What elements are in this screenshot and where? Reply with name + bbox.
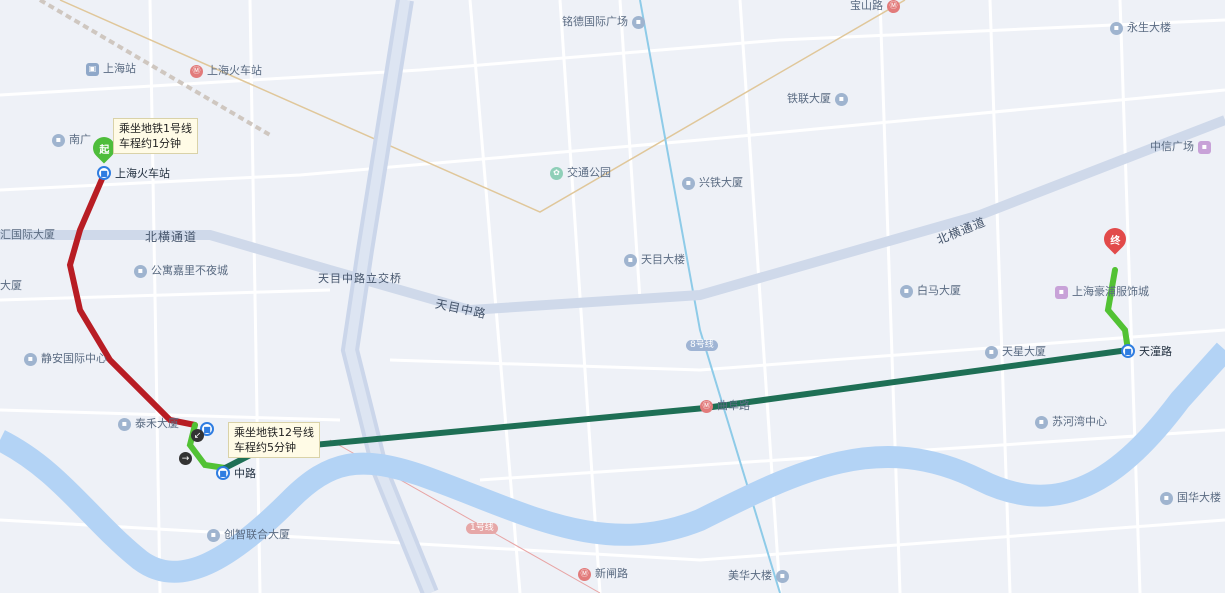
poi[interactable]: ▪ 铭德国际广场: [562, 15, 645, 29]
poi[interactable]: ▪ 上海豪浦服饰城: [1055, 285, 1149, 299]
building-icon: ▪: [900, 284, 913, 298]
poi[interactable]: ▪ 泰禾大厦: [118, 417, 179, 431]
park-icon: ✿: [550, 166, 563, 180]
poi[interactable]: Ⓜ 新闸路: [578, 567, 628, 581]
poi[interactable]: 汇国际大厦: [0, 228, 55, 242]
route-stop-origin[interactable]: ■ 上海火车站: [97, 165, 170, 181]
poi[interactable]: ▪ 永生大楼: [1110, 21, 1171, 35]
map-canvas[interactable]: 北横通道 北横通道 天目中路 天目中路立交桥 8号线 1号线 ▣ 上海站 Ⓜ 上海火…: [0, 0, 1225, 593]
building-icon: ▪: [835, 92, 848, 106]
building-icon: ▪: [776, 569, 789, 583]
poi[interactable]: ▪ 白马大厦: [900, 284, 961, 298]
poi[interactable]: ▣ 上海站: [86, 62, 136, 76]
poi[interactable]: Ⓜ 宝山路: [850, 0, 900, 13]
building-icon: ▪: [682, 176, 695, 190]
poi[interactable]: ▪ 天星大厦: [985, 345, 1046, 359]
metro-station-icon: Ⓜ: [578, 567, 591, 581]
line-tag-1: 1号线: [466, 523, 498, 534]
building-icon: ▪: [985, 345, 998, 359]
building-icon: ▪: [1035, 415, 1048, 429]
line-tag-8: 8号线: [686, 340, 718, 351]
poi[interactable]: 大厦: [0, 279, 22, 293]
poi[interactable]: ▪ 南广: [52, 133, 91, 147]
poi[interactable]: ▪ 铁联大厦: [787, 92, 848, 106]
poi[interactable]: ▪ 中信广场: [1150, 140, 1211, 154]
metro-stop-icon: ■: [1121, 344, 1135, 358]
building-icon: ▪: [1160, 491, 1173, 505]
route-tooltip-leg2: 乘坐地铁12号线 车程约5分钟: [228, 422, 320, 458]
metro-station-icon: Ⓜ: [887, 0, 900, 13]
building-icon: ▪: [632, 15, 645, 29]
mall-icon: ▪: [1055, 285, 1068, 299]
poi[interactable]: ✿ 交通公园: [550, 166, 611, 180]
poi[interactable]: Ⓜ 曲阜路: [700, 399, 750, 413]
poi[interactable]: ▪ 美华大楼: [728, 569, 789, 583]
metro-stop-icon: ■: [97, 166, 111, 180]
poi[interactable]: ▪ 国华大楼: [1160, 491, 1221, 505]
metro-stop-icon: ■: [216, 466, 230, 480]
poi[interactable]: ▪ 静安国际中心: [24, 352, 107, 366]
metro-station-icon: Ⓜ: [700, 399, 713, 413]
poi[interactable]: ▪ 兴铁大厦: [682, 176, 743, 190]
railway-station-icon: ▣: [86, 62, 99, 76]
transfer-arrow-icon: →: [179, 452, 192, 465]
building-icon: ▪: [1110, 21, 1123, 35]
building-icon: ▪: [52, 133, 65, 147]
building-icon: ▪: [624, 253, 637, 267]
road-label-beiheng-left: 北横通道: [145, 230, 198, 244]
poi[interactable]: Ⓜ 上海火车站: [190, 64, 262, 78]
map-base: [0, 0, 1225, 593]
building-icon: ▪: [207, 528, 220, 542]
building-icon: ▪: [118, 417, 131, 431]
mall-icon: ▪: [1198, 140, 1211, 154]
route-stop-transfer-2[interactable]: ■ 中路: [216, 465, 256, 481]
route-tooltip-leg1: 乘坐地铁1号线 车程约1分钟: [113, 118, 198, 154]
poi[interactable]: ▪ 苏河湾中心: [1035, 415, 1107, 429]
poi[interactable]: ▪ 天目大楼: [624, 253, 685, 267]
metro-station-icon: Ⓜ: [190, 64, 203, 78]
transfer-arrow-icon: ↙: [191, 429, 204, 442]
building-icon: ▪: [134, 264, 147, 278]
poi[interactable]: ▪ 创智联合大厦: [207, 528, 290, 542]
building-icon: ▪: [24, 352, 37, 366]
road-label-tianmu-bridge: 天目中路立交桥: [318, 272, 402, 285]
route-stop-destination[interactable]: ■ 天潼路: [1121, 343, 1172, 359]
poi[interactable]: ▪ 公寓嘉里不夜城: [134, 264, 228, 278]
